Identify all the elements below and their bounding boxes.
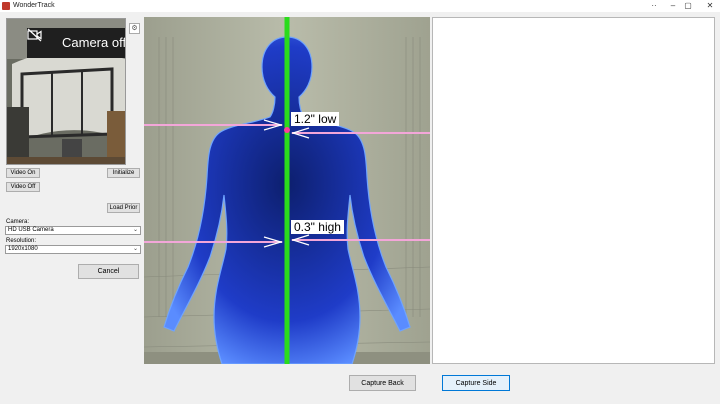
initialize-button[interactable]: Initialize [107, 168, 140, 178]
load-prior-button[interactable]: Load Prior [107, 203, 140, 213]
capture-view[interactable]: 1.2" low 0.3" high [144, 17, 430, 364]
app-icon [2, 2, 10, 10]
camera-select-value: HD USB Camera [8, 227, 54, 233]
capture-back-button[interactable]: Capture Back [349, 375, 416, 391]
window-title: WonderTrack [13, 2, 55, 9]
resolution-select-value: 1920x1080 [8, 246, 38, 252]
chevron-down-icon: ⌄ [132, 246, 138, 252]
close-button[interactable]: ✕ [697, 0, 720, 12]
capture-side-button[interactable]: Capture Side [442, 375, 510, 391]
camera-off-label: Camera off [62, 35, 126, 50]
lower-measurement-label: 0.3" high [291, 220, 344, 234]
video-on-button[interactable]: Video On [6, 168, 40, 178]
camera-off-banner: Camera off [27, 28, 126, 58]
resolution-label: Resolution: [6, 238, 37, 244]
body-silhouette-image [144, 17, 430, 364]
resolution-select[interactable]: 1920x1080 ⌄ [5, 245, 141, 254]
camera-preview: Camera off [6, 18, 126, 165]
camera-label: Camera: [6, 219, 30, 225]
chevron-down-icon: ⌄ [132, 227, 138, 233]
gear-icon[interactable]: ⚙ [129, 23, 140, 34]
title-bar: WonderTrack ·· – ▢ ✕ [0, 0, 720, 12]
cancel-button[interactable]: Cancel [78, 264, 139, 279]
video-off-icon [27, 28, 42, 42]
camera-select[interactable]: HD USB Camera ⌄ [5, 226, 141, 235]
side-capture-panel [432, 17, 715, 364]
video-off-button[interactable]: Video Off [6, 182, 40, 192]
upper-measurement-label: 1.2" low [291, 112, 340, 126]
